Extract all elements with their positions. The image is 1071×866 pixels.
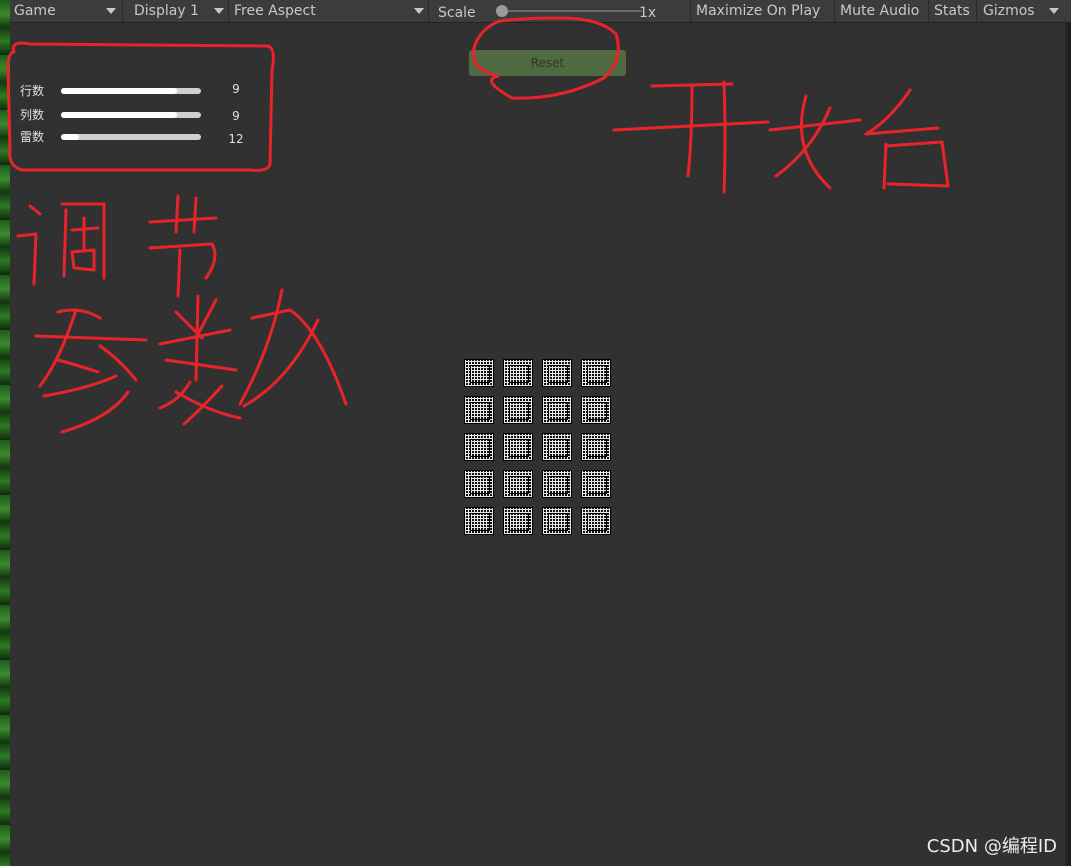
slider-fill	[61, 112, 178, 118]
maximize-on-play-toggle[interactable]: Maximize On Play	[696, 0, 820, 22]
mine-cell[interactable]	[581, 470, 611, 498]
divider	[228, 0, 229, 22]
stats-toggle[interactable]: Stats	[934, 0, 970, 22]
divider	[122, 0, 123, 22]
divider	[834, 0, 835, 22]
mine-cell[interactable]	[464, 470, 494, 498]
game-view: Reset 行数 9 列数 9 雷数 12	[10, 23, 1065, 866]
mine-cell[interactable]	[542, 470, 572, 498]
mine-cell[interactable]	[581, 359, 611, 387]
chevron-down-icon[interactable]	[214, 8, 224, 14]
mine-cell[interactable]	[542, 433, 572, 461]
cols-slider[interactable]	[61, 112, 201, 118]
chevron-down-icon[interactable]	[106, 8, 116, 14]
param-value: 9	[232, 109, 240, 123]
mine-cell[interactable]	[464, 433, 494, 461]
display-dropdown[interactable]: Display 1	[134, 0, 199, 22]
csdn-watermark: CSDN @编程ID	[926, 836, 1057, 857]
mine-cell[interactable]	[581, 433, 611, 461]
divider	[976, 0, 977, 22]
mine-cell[interactable]	[503, 433, 533, 461]
mine-cell[interactable]	[581, 396, 611, 424]
param-label: 行数	[20, 84, 45, 98]
slider-fill	[61, 134, 80, 140]
right-edge	[1065, 0, 1071, 866]
game-toolbar: Game Display 1 Free Aspect Scale 1x Maxi…	[10, 0, 1071, 23]
scale-slider-track[interactable]	[502, 10, 642, 12]
param-label: 列数	[20, 108, 45, 122]
game-view-dropdown[interactable]: Game	[14, 0, 56, 22]
aspect-label: Free Aspect	[234, 3, 316, 19]
mine-cell[interactable]	[581, 507, 611, 535]
gizmos-toggle[interactable]: Gizmos	[983, 0, 1035, 22]
chevron-down-icon[interactable]	[1049, 8, 1059, 14]
divider	[928, 0, 929, 22]
mute-audio-toggle[interactable]: Mute Audio	[840, 0, 919, 22]
mine-cell[interactable]	[542, 396, 572, 424]
param-label: 雷数	[20, 130, 45, 144]
mine-cell[interactable]	[542, 507, 572, 535]
mine-cell[interactable]	[464, 359, 494, 387]
chevron-down-icon[interactable]	[414, 8, 424, 14]
slider-fill	[61, 88, 178, 94]
mine-cell[interactable]	[503, 396, 533, 424]
mines-slider[interactable]	[61, 134, 201, 140]
display-label: Display 1	[134, 3, 199, 19]
game-tab-label: Game	[14, 3, 56, 19]
mine-cell[interactable]	[464, 507, 494, 535]
divider	[690, 0, 691, 22]
scale-label: Scale	[438, 5, 476, 21]
scale-slider-handle[interactable]	[496, 5, 508, 17]
param-value: 9	[232, 82, 240, 96]
reset-button[interactable]: Reset	[469, 50, 626, 76]
background-foliage	[0, 0, 10, 866]
param-value: 12	[228, 132, 244, 146]
mine-cell[interactable]	[464, 396, 494, 424]
rows-slider[interactable]	[61, 88, 201, 94]
divider	[428, 0, 429, 22]
mine-cell[interactable]	[503, 359, 533, 387]
mine-cell[interactable]	[503, 470, 533, 498]
mine-cell[interactable]	[503, 507, 533, 535]
scale-value: 1x	[639, 5, 657, 21]
aspect-dropdown[interactable]: Free Aspect	[234, 0, 316, 22]
mine-cell[interactable]	[542, 359, 572, 387]
